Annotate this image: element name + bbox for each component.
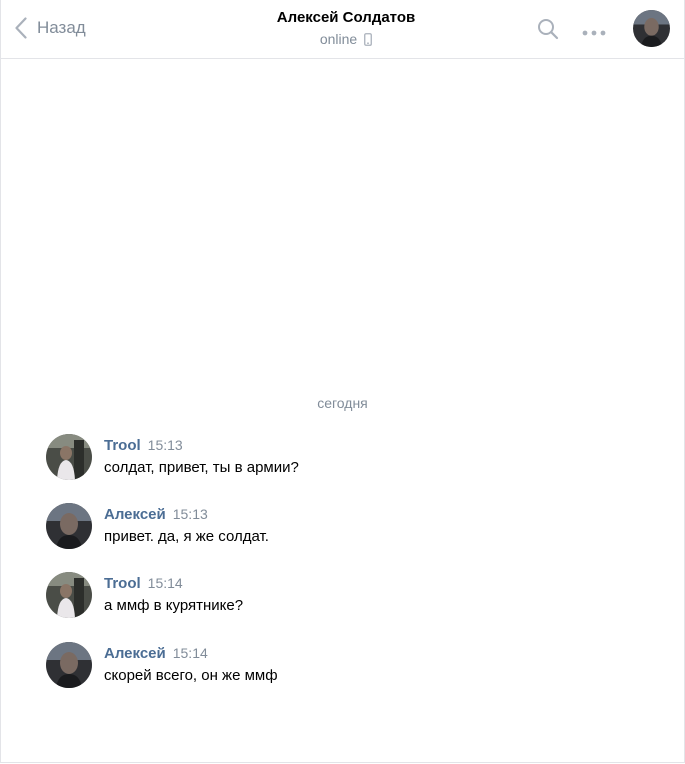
message-time: 15:14 [172,645,208,661]
chat-title-block: Алексей Солдатов online [201,8,491,50]
message-text: солдат, привет, ты в армии? [104,459,299,476]
aleksey-avatar[interactable] [46,642,92,688]
date-separator: сегодня [317,395,368,411]
message-time: 15:13 [147,437,183,453]
chat-header: Назад Алексей Солдатов online [1,0,684,59]
message-author[interactable]: Trool [104,575,141,592]
aleksey-avatar[interactable] [46,503,92,549]
message-item: Trool 15:14 а ммф в курятнике? [46,572,666,620]
message-time: 15:13 [172,506,208,522]
message-header: Trool 15:13 [104,437,183,455]
message-header: Алексей 15:14 [104,645,208,663]
back-button[interactable]: Назад [15,14,86,42]
trool-avatar[interactable] [46,434,92,480]
message-author[interactable]: Алексей [104,506,166,523]
chat-title[interactable]: Алексей Солдатов [201,8,491,28]
search-icon[interactable] [537,18,559,45]
message-item: Алексей 15:14 скорей всего, он же ммф [46,642,666,690]
message-text: а ммф в курятнике? [104,597,244,614]
message-header: Алексей 15:13 [104,506,208,524]
message-author[interactable]: Алексей [104,645,166,662]
message-author[interactable]: Trool [104,437,141,454]
trool-avatar[interactable] [46,572,92,618]
chevron-left-icon [15,17,27,39]
chat-window: Назад Алексей Солдатов online сегодня Tr… [0,0,685,763]
message-item: Алексей 15:13 привет. да, я же солдат. [46,503,666,551]
back-label: Назад [37,18,86,37]
online-status: online [319,28,373,50]
message-time: 15:14 [147,575,183,591]
more-dots-icon[interactable] [582,24,606,42]
message-item: Trool 15:13 солдат, привет, ты в армии? [46,434,666,482]
mobile-phone-icon [364,32,373,46]
message-text: привет. да, я же солдат. [104,528,269,545]
interlocutor-avatar[interactable] [633,10,670,47]
message-text: скорей всего, он же ммф [104,667,278,684]
message-header: Trool 15:14 [104,575,183,593]
status-text: online [319,31,358,47]
